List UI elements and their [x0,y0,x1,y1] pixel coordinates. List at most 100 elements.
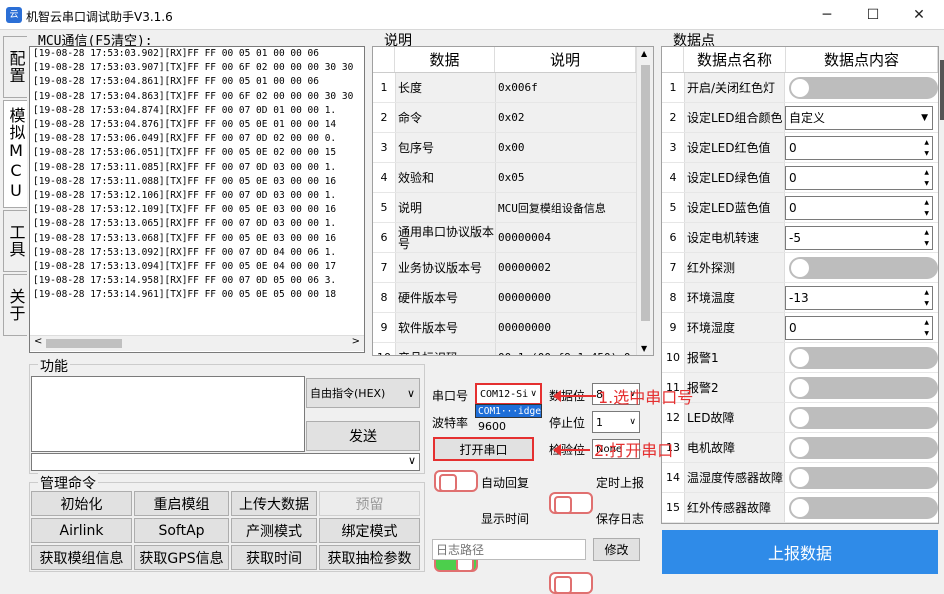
datapoint-name: 红外探测 [684,253,784,282]
mgmt-button[interactable]: 初始化 [31,491,132,516]
tab-config[interactable]: 配置 [3,36,27,98]
spin-up-icon[interactable]: ▲ [924,287,929,298]
desc-row[interactable]: 9 软件版本号 00000000 [373,313,653,343]
command-history-select[interactable]: ∨ [31,453,420,471]
mgmt-button[interactable]: 获取GPS信息 [134,545,229,570]
desc-vscrollbar[interactable]: ▲ ▼ [636,47,653,355]
mgmt-button[interactable]: 获取抽检参数 [319,545,420,570]
mcu-log[interactable]: [19-08-28 17:53:03.902][RX]FF FF 00 05 0… [29,46,365,353]
datapoint-number-input[interactable]: 0 ▲ ▼ [785,195,933,220]
log-line: [19-08-28 17:53:13.092][RX]FF FF 00 07 0… [33,246,337,258]
stopbits-select[interactable]: 1 ∨ [592,411,640,433]
datapoint-toggle[interactable] [789,76,938,99]
datapoint-toggle[interactable] [789,376,938,399]
desc-scroll-thumb[interactable] [641,65,650,321]
desc-row[interactable]: 1 长度 0x006f [373,73,653,103]
datapoint-row: 6 设定电机转速 -5 ▲ ▼ [662,223,938,253]
datapoint-toggle[interactable] [789,346,938,369]
spin-up-icon[interactable]: ▲ [924,227,929,238]
desc-row[interactable]: 6 通用串口协议版本号 00000004 [373,223,653,253]
datapoint-toggle[interactable] [789,496,938,519]
baud-select[interactable]: 9600 [475,419,542,433]
datapoint-number-input[interactable]: 0 ▲ ▼ [785,135,933,160]
dp-scrollbar[interactable] [940,60,944,120]
spin-up-icon[interactable]: ▲ [924,167,929,178]
log-line: [19-08-28 17:53:04.876][TX]FF FF 00 05 0… [33,119,337,131]
send-button[interactable]: 发送 [306,421,420,451]
desc-row[interactable]: 10产品标识码00 1 (00 f9 1.450) 0 [373,343,653,355]
spinner-icon[interactable]: ▲ ▼ [924,287,929,309]
datapoint-toggle[interactable] [789,436,938,459]
port-option-selected[interactable]: COM1···idge [475,404,542,418]
minimize-button[interactable]: ─ [804,0,850,30]
log-line: [19-08-28 17:53:14.961][TX]FF FF 00 05 0… [33,289,337,301]
spin-down-icon[interactable]: ▼ [924,148,929,159]
scroll-right-icon[interactable]: > [352,336,360,347]
datapoint-number-input[interactable]: 0 ▲ ▼ [785,315,933,340]
scroll-down-icon[interactable]: ▼ [641,344,647,353]
spinner-icon[interactable]: ▲ ▼ [924,227,929,249]
spin-up-icon[interactable]: ▲ [924,137,929,148]
tab-about[interactable]: 关于 [3,274,27,336]
spinner-icon[interactable]: ▲ ▼ [924,197,929,219]
log-hscrollbar[interactable]: < > [30,335,364,351]
log-line: [19-08-28 17:53:06.049][RX]FF FF 00 07 0… [33,133,337,145]
mgmt-button[interactable]: SoftAp [134,518,229,543]
datapoints-table[interactable]: 数据点名称 数据点内容 1 开启/关闭红色灯 2 设定LED组合颜色 自定义 ▼ 3 设定LE… [661,46,939,524]
mgmt-button[interactable]: 重启模组 [134,491,229,516]
spin-down-icon[interactable]: ▼ [924,178,929,189]
mgmt-button[interactable]: 绑定模式 [319,518,420,543]
spin-up-icon[interactable]: ▲ [924,197,929,208]
maximize-button[interactable]: ☐ [850,0,896,30]
spin-down-icon[interactable]: ▼ [924,328,929,339]
datapoint-toggle[interactable] [789,256,938,279]
annotation-step1: 1.选中串口号 [598,388,694,407]
save-log-switch[interactable] [549,572,593,594]
spin-down-icon[interactable]: ▼ [924,298,929,309]
desc-row[interactable]: 5 说明 MCU回复模组设备信息 [373,193,653,223]
scroll-up-icon[interactable]: ▲ [641,49,647,58]
desc-row[interactable]: 4 效验和 0x05 [373,163,653,193]
log-scroll-thumb[interactable] [46,339,122,348]
spinner-icon[interactable]: ▲ ▼ [924,137,929,159]
port-select[interactable]: COM12-Si ∨ [475,383,542,405]
spinner-icon[interactable]: ▲ ▼ [924,317,929,339]
scroll-left-icon[interactable]: < [34,336,42,347]
datapoint-row: 11 报警2 [662,373,938,403]
spinner-icon[interactable]: ▲ ▼ [924,167,929,189]
desc-key: 包序号 [395,133,495,162]
desc-row[interactable]: 7 业务协议版本号 00000002 [373,253,653,283]
spin-down-icon[interactable]: ▼ [924,238,929,249]
log-path-input[interactable] [432,539,586,560]
report-data-button[interactable]: 上报数据 [662,530,938,574]
desc-table[interactable]: 数据 说明 1 长度 0x006f 2 命令 0x02 3 包序号 0x00 4 效验和 0x05 5 说… [372,46,654,356]
desc-value: 00000004 [495,223,636,252]
annotation-arrow-1 [553,390,596,402]
desc-row[interactable]: 8 硬件版本号 00000000 [373,283,653,313]
close-button[interactable]: ✕ [896,0,942,30]
datapoint-select[interactable]: 自定义 ▼ [785,105,933,130]
spin-down-icon[interactable]: ▼ [924,208,929,219]
datapoint-number-input[interactable]: -13 ▲ ▼ [785,285,933,310]
datapoint-number-input[interactable]: -5 ▲ ▼ [785,225,933,250]
command-type-select[interactable]: 自由指令(HEX) ∨ [306,378,420,408]
mgmt-button[interactable]: 上传大数据 [231,491,317,516]
command-input[interactable] [31,376,305,452]
datapoint-row: 2 设定LED组合颜色 自定义 ▼ [662,103,938,133]
modify-button[interactable]: 修改 [593,538,640,561]
open-port-button[interactable]: 打开串口 [433,437,534,461]
desc-row[interactable]: 3 包序号 0x00 [373,133,653,163]
mgmt-button[interactable]: 获取模组信息 [31,545,132,570]
auto-reply-switch[interactable] [434,470,478,492]
tab-simulate-mcu[interactable]: 模拟MCU [3,100,27,208]
datapoint-number-input[interactable]: 0 ▲ ▼ [785,165,933,190]
spin-up-icon[interactable]: ▲ [924,317,929,328]
mgmt-button[interactable]: 获取时间 [231,545,317,570]
datapoint-toggle[interactable] [789,466,938,489]
timed-report-switch[interactable] [549,492,593,514]
tab-tools[interactable]: 工具 [3,210,27,272]
datapoint-toggle[interactable] [789,406,938,429]
mgmt-button[interactable]: Airlink [31,518,132,543]
desc-row[interactable]: 2 命令 0x02 [373,103,653,133]
mgmt-button[interactable]: 产测模式 [231,518,317,543]
